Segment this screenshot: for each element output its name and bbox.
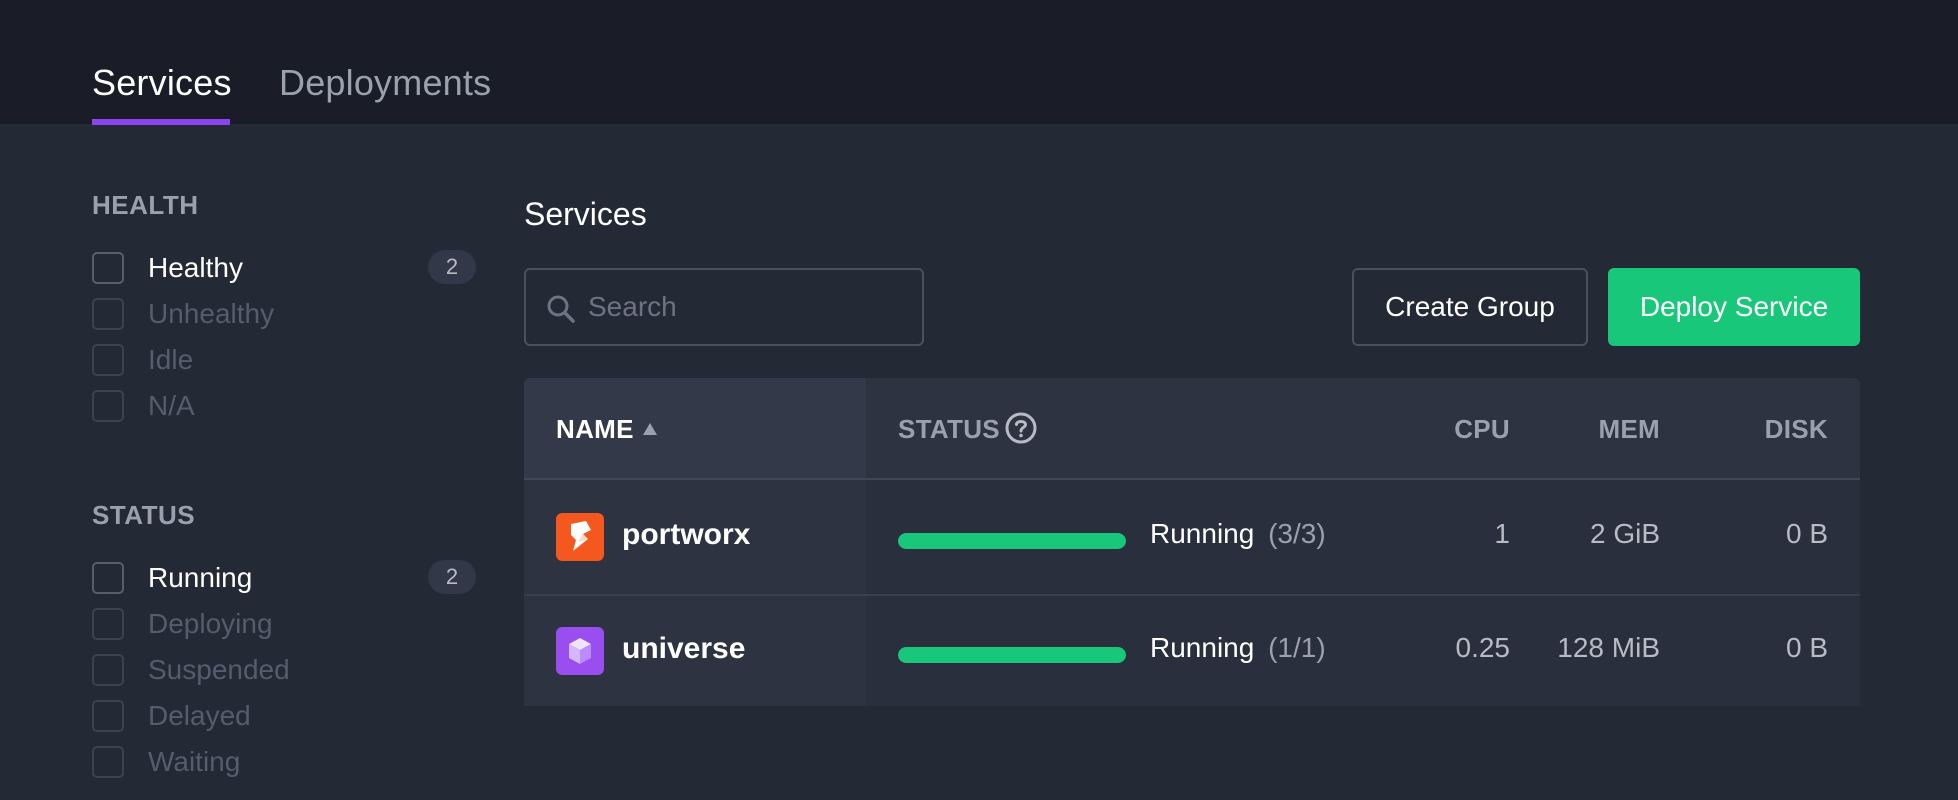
status-label: Running bbox=[1150, 518, 1255, 549]
filter-label: Waiting bbox=[148, 746, 241, 777]
help-icon[interactable] bbox=[1004, 411, 1038, 445]
table-row[interactable]: portworx Running (3/3) 1 2 GiB 0 B bbox=[524, 480, 1860, 594]
table-row[interactable]: universe Running (1/1) 0.25 128 MiB 0 B bbox=[524, 594, 1860, 706]
filter-count-badge: 2 bbox=[428, 560, 476, 594]
delayed-checkbox[interactable] bbox=[92, 700, 124, 732]
status-text: Running (3/3) bbox=[1150, 518, 1326, 550]
filter-healthy[interactable]: Healthy 2 bbox=[92, 250, 476, 290]
filter-running[interactable]: Running 2 bbox=[92, 560, 476, 600]
filter-count-badge: 2 bbox=[428, 250, 476, 284]
filter-label: N/A bbox=[148, 390, 195, 421]
active-tab-indicator bbox=[92, 119, 230, 125]
filter-label: Unhealthy bbox=[148, 298, 275, 329]
page-title: Services bbox=[524, 196, 647, 232]
filter-waiting[interactable]: Waiting bbox=[92, 744, 476, 784]
mem-value: 2 GiB bbox=[1589, 518, 1660, 549]
disk-value: 0 B bbox=[1785, 632, 1828, 663]
filter-delayed[interactable]: Delayed bbox=[92, 698, 476, 738]
suspended-checkbox[interactable] bbox=[92, 654, 124, 686]
table-header: NAME STATUS CPU MEM DISK bbox=[524, 378, 1860, 478]
status-text: Running (1/1) bbox=[1150, 632, 1326, 664]
universe-cube-icon bbox=[556, 627, 604, 675]
mem-value: 128 MiB bbox=[1557, 632, 1660, 663]
status-section-title: STATUS bbox=[92, 500, 196, 530]
filter-label: Idle bbox=[148, 344, 194, 375]
services-table: NAME STATUS CPU MEM DISK portworx Runnin… bbox=[524, 378, 1860, 706]
service-name[interactable]: universe bbox=[622, 632, 745, 666]
create-group-button[interactable]: Create Group bbox=[1352, 268, 1588, 346]
filter-na[interactable]: N/A bbox=[92, 388, 476, 428]
search-icon bbox=[547, 295, 575, 323]
instance-count: (3/3) bbox=[1268, 518, 1326, 549]
healthy-checkbox[interactable] bbox=[92, 252, 124, 284]
progress-fill bbox=[898, 533, 1126, 549]
deploying-checkbox[interactable] bbox=[92, 608, 124, 640]
search-field[interactable] bbox=[524, 268, 924, 346]
filter-label: Deploying bbox=[148, 608, 273, 639]
waiting-checkbox[interactable] bbox=[92, 746, 124, 778]
sort-ascending-icon[interactable] bbox=[642, 422, 658, 436]
cpu-value: 0.25 bbox=[1455, 632, 1511, 663]
filter-unhealthy[interactable]: Unhealthy bbox=[92, 296, 476, 336]
filter-suspended[interactable]: Suspended bbox=[92, 652, 476, 692]
idle-checkbox[interactable] bbox=[92, 344, 124, 376]
health-section-title: HEALTH bbox=[92, 190, 199, 220]
filter-label: Delayed bbox=[148, 700, 251, 731]
filter-deploying[interactable]: Deploying bbox=[92, 606, 476, 646]
column-header-disk[interactable]: DISK bbox=[1765, 414, 1828, 445]
service-name[interactable]: portworx bbox=[622, 518, 750, 552]
filter-label: Healthy bbox=[148, 252, 243, 283]
status-label: Running bbox=[1150, 632, 1255, 663]
deploy-service-button[interactable]: Deploy Service bbox=[1608, 268, 1860, 346]
cpu-value: 1 bbox=[1494, 518, 1510, 549]
unhealthy-checkbox[interactable] bbox=[92, 298, 124, 330]
column-header-mem[interactable]: MEM bbox=[1598, 414, 1660, 445]
instance-count: (1/1) bbox=[1268, 632, 1326, 663]
na-checkbox[interactable] bbox=[92, 390, 124, 422]
tab-services[interactable]: Services bbox=[92, 62, 232, 104]
column-header-name[interactable]: NAME bbox=[556, 414, 634, 445]
status-progress-bar bbox=[898, 647, 1126, 663]
search-input[interactable] bbox=[588, 270, 908, 344]
tab-deployments[interactable]: Deployments bbox=[279, 62, 491, 104]
filter-label: Suspended bbox=[148, 654, 290, 685]
filter-idle[interactable]: Idle bbox=[92, 342, 476, 382]
filter-label: Running bbox=[148, 562, 253, 593]
running-checkbox[interactable] bbox=[92, 562, 124, 594]
progress-fill bbox=[898, 647, 1126, 663]
portworx-logo-icon bbox=[556, 513, 604, 561]
status-progress-bar bbox=[898, 533, 1126, 549]
disk-value: 0 B bbox=[1785, 518, 1828, 549]
column-header-status[interactable]: STATUS bbox=[898, 414, 1000, 445]
top-navigation: Services Deployments bbox=[0, 0, 1958, 125]
column-header-cpu[interactable]: CPU bbox=[1454, 414, 1510, 445]
